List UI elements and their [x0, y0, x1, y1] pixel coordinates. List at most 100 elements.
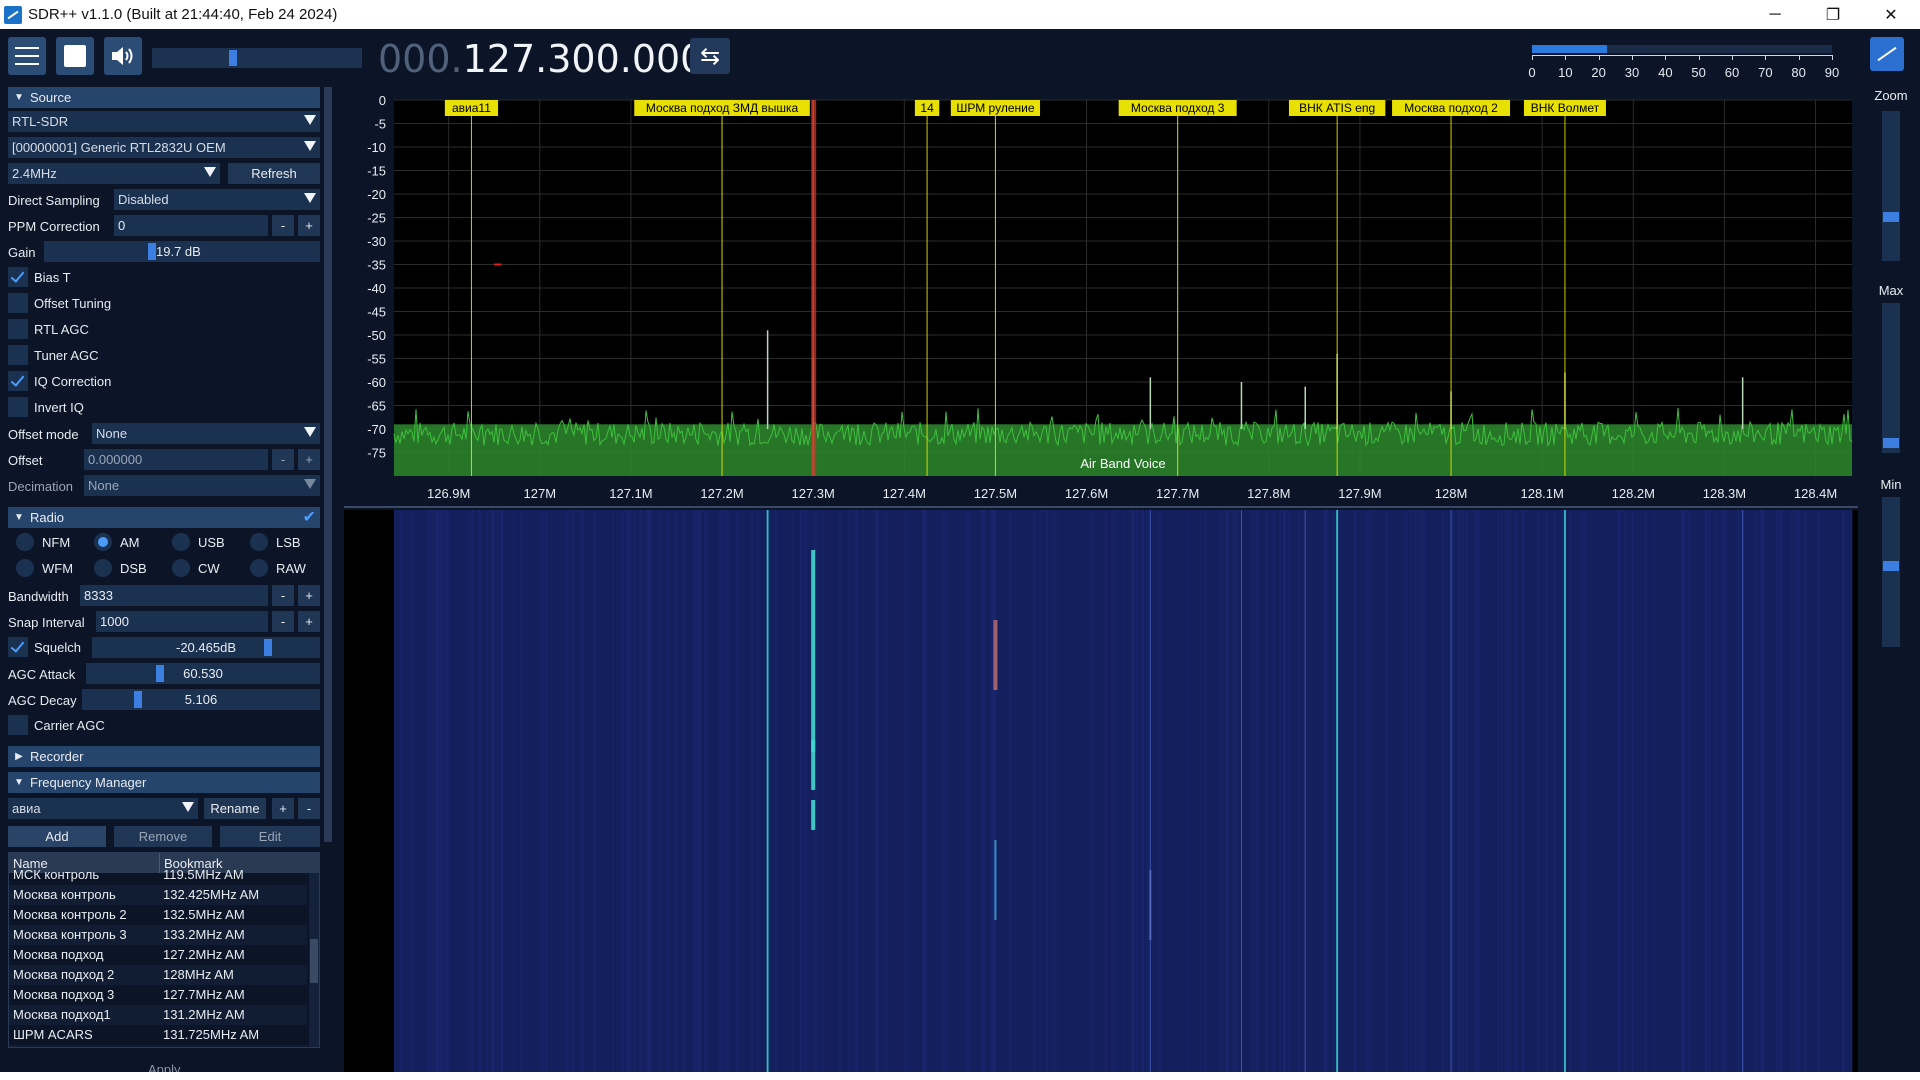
table-row[interactable]: Москва подход1 131.2MHz AM: [9, 1005, 307, 1025]
checkbox-offset-tuning[interactable]: [8, 293, 28, 313]
frequency-digits[interactable]: 127.300.000: [463, 37, 705, 81]
bandwidth-decrement-button[interactable]: -: [272, 585, 294, 606]
checkbox-invert-iq[interactable]: [8, 397, 28, 417]
add-bookmark-button[interactable]: Add: [8, 826, 106, 847]
waterfall-plot[interactable]: [344, 510, 1858, 1072]
volume-slider[interactable]: [152, 48, 362, 68]
mode-radio-wfm[interactable]: [16, 559, 34, 577]
bandwidth-increment-button[interactable]: +: [298, 585, 320, 606]
swap-button[interactable]: ⇆: [690, 38, 730, 74]
table-row[interactable]: МСК контроль 119.5MHz AM: [9, 865, 307, 885]
squelch-checkbox[interactable]: [8, 637, 28, 657]
checkbox-iq-correction[interactable]: [8, 371, 28, 391]
bookmark-table-scroll-thumb[interactable]: [310, 939, 318, 983]
table-row[interactable]: Москва подход 127.2MHz AM: [9, 945, 307, 965]
carrier-agc-checkbox[interactable]: [8, 715, 28, 735]
refresh-button[interactable]: Refresh: [228, 163, 320, 184]
table-row[interactable]: Москва контроль 2 132.5MHz AM: [9, 905, 307, 925]
frequency-manager-header[interactable]: ▼ Frequency Manager: [8, 772, 320, 793]
frequency-display[interactable]: 000.127.300.000: [378, 37, 704, 81]
volume-button[interactable]: [104, 37, 142, 75]
mode-radio-nfm[interactable]: [16, 533, 34, 551]
max-slider[interactable]: [1882, 303, 1900, 453]
gain-slider[interactable]: 19.7 dB: [44, 241, 320, 262]
mode-radio-raw[interactable]: [250, 559, 268, 577]
sidebar-scroll-thumb[interactable]: [324, 87, 332, 842]
maximize-button[interactable]: ❐: [1804, 0, 1862, 29]
checkbox-bias-t[interactable]: [8, 267, 28, 287]
table-row[interactable]: ШРМ ATIS 126.375MHz AM: [9, 1045, 307, 1047]
gain-slider-grab[interactable]: [148, 243, 156, 260]
min-slider-grab[interactable]: [1883, 561, 1899, 571]
stop-button[interactable]: [56, 37, 94, 75]
remove-bookmark-button[interactable]: Remove: [114, 826, 212, 847]
fft-plot[interactable]: 0 -5 -10 -15 -20 -25 -30 -35 -40 -45 -50 -55 -60 -65 -…: [344, 88, 1858, 508]
ppm-decrement-button[interactable]: -: [272, 215, 294, 236]
snap-interval-input[interactable]: 1000: [96, 611, 268, 632]
agc-attack-slider[interactable]: 60.530: [86, 663, 320, 684]
mode-radio-usb[interactable]: [172, 533, 190, 551]
bookmark-table-scrollbar[interactable]: [309, 873, 319, 1047]
source-header[interactable]: ▼ Source: [8, 87, 320, 108]
sdrpp-logo-icon[interactable]: [1870, 37, 1904, 71]
minimize-button[interactable]: ─: [1746, 0, 1804, 29]
zoom-slider[interactable]: [1882, 111, 1900, 261]
snap-decrement-button[interactable]: -: [272, 611, 294, 632]
mode-radio-am[interactable]: [94, 533, 112, 551]
recorder-header[interactable]: ▶ Recorder: [8, 746, 320, 767]
waterfall-noise: [544, 510, 548, 1072]
device-value: RTL-SDR: [12, 114, 69, 129]
remove-list-button[interactable]: -: [298, 798, 320, 819]
dropdown-arrow-icon: [182, 802, 194, 812]
bookmark-list-select[interactable]: авиа: [8, 798, 198, 819]
radio-header[interactable]: ▼ Radio ✔: [8, 507, 320, 528]
device-id-select[interactable]: [00000001] Generic RTL2832U OEM: [8, 137, 320, 158]
mode-radio-dsb[interactable]: [94, 559, 112, 577]
radio-enabled-check-icon[interactable]: ✔: [303, 507, 316, 527]
zoom-slider-grab[interactable]: [1883, 212, 1899, 222]
add-list-button[interactable]: +: [272, 798, 294, 819]
waterfall-noise: [1505, 510, 1508, 1072]
checkbox-rtl-agc[interactable]: [8, 319, 28, 339]
close-button[interactable]: ✕: [1862, 0, 1920, 29]
volume-slider-grab[interactable]: [228, 50, 237, 66]
mode-radio-cw[interactable]: [172, 559, 190, 577]
edit-bookmark-button[interactable]: Edit: [220, 826, 320, 847]
direct-sampling-select[interactable]: Disabled: [114, 189, 320, 210]
snr-tick-label: 10: [1558, 65, 1573, 80]
bandwidth-input[interactable]: 8333: [80, 585, 268, 606]
device-select[interactable]: RTL-SDR: [8, 111, 320, 132]
offset-input[interactable]: 0.000000: [84, 449, 268, 470]
snr-tick-label: 20: [1591, 65, 1606, 80]
min-slider[interactable]: [1882, 497, 1900, 647]
offset-increment-button[interactable]: +: [298, 449, 320, 470]
squelch-slider[interactable]: -20.465dB: [92, 637, 320, 658]
snap-increment-button[interactable]: +: [298, 611, 320, 632]
offset-decrement-button[interactable]: -: [272, 449, 294, 470]
y-tick-label: -5: [374, 117, 386, 132]
menu-button[interactable]: [8, 37, 46, 75]
offset-mode-select[interactable]: None: [92, 423, 320, 444]
ppm-input[interactable]: 0: [114, 215, 268, 236]
table-row[interactable]: ШРМ ACARS 131.725MHz AM: [9, 1025, 307, 1045]
max-slider-grab[interactable]: [1883, 438, 1899, 448]
table-row[interactable]: Москва подход 3 127.7MHz AM: [9, 985, 307, 1005]
table-row[interactable]: Москва подход 2 128MHz AM: [9, 965, 307, 985]
sidebar-scrollbar[interactable]: [324, 87, 332, 842]
fft-spectrum[interactable]: 0 -5 -10 -15 -20 -25 -30 -35 -40 -45 -50 -55 -60 -65 -…: [344, 88, 1858, 508]
waterfall-noise: [1521, 510, 1523, 1072]
decimation-select[interactable]: None: [84, 475, 320, 496]
waterfall-noise: [719, 510, 722, 1072]
frequency-leading-digits[interactable]: 000.: [378, 37, 463, 81]
waterfall-noise: [1410, 510, 1412, 1072]
ppm-increment-button[interactable]: +: [298, 215, 320, 236]
checkbox-tuner-agc[interactable]: [8, 345, 28, 365]
table-row[interactable]: Москва контроль 3 133.2MHz AM: [9, 925, 307, 945]
rename-button[interactable]: Rename: [204, 798, 266, 819]
table-row[interactable]: Москва контроль 132.425MHz AM: [9, 885, 307, 905]
agc-decay-slider[interactable]: 5.106: [82, 689, 320, 710]
samplerate-select[interactable]: 2.4MHz: [8, 163, 220, 184]
mode-radio-lsb[interactable]: [250, 533, 268, 551]
samplerate-value: 2.4MHz: [12, 166, 57, 181]
waterfall[interactable]: [344, 510, 1858, 1072]
